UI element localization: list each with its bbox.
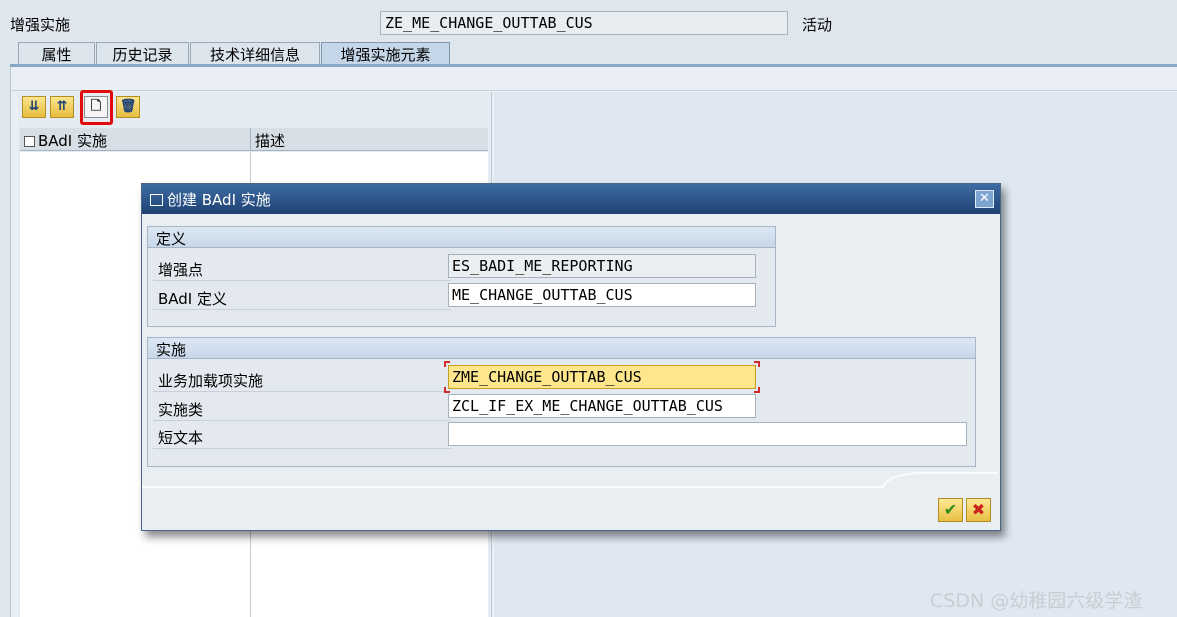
badi-implementation-label: 业务加载项实施 — [158, 372, 264, 390]
required-marker — [444, 387, 450, 393]
tree-header: BAdI 实施 描述 — [20, 128, 488, 151]
enhancement-implementation-name-field[interactable]: ZE_ME_CHANGE_OUTTAB_CUS — [380, 11, 788, 35]
required-marker — [754, 387, 760, 393]
tree-column-badi-label: BAdI 实施 — [38, 132, 108, 150]
implementing-class-field[interactable]: ZCL_IF_EX_ME_CHANGE_OUTTAB_CUS — [448, 394, 756, 418]
expand-all-icon[interactable]: ⇊ — [22, 96, 46, 118]
row-separator — [153, 309, 451, 310]
tree-column-description[interactable]: 描述 — [255, 130, 285, 151]
dialog-footer-curve — [882, 472, 998, 488]
cancel-x-icon[interactable]: ✖ — [966, 498, 991, 522]
implementation-group: 实施 业务加载项实施 ZME_CHANGE_OUTTAB_CUS 实施类 ZCL… — [147, 337, 976, 467]
implementation-group-header: 实施 — [148, 338, 975, 359]
implementing-class-label: 实施类 — [158, 401, 204, 419]
collapse-all-icon[interactable]: ⇈ — [50, 96, 74, 118]
row-separator — [153, 391, 451, 392]
short-text-label: 短文本 — [158, 429, 204, 447]
header-bar: 增强实施 ZE_ME_CHANGE_OUTTAB_CUS 活动 — [0, 0, 1177, 44]
column-settings-icon[interactable] — [24, 136, 35, 147]
row-separator — [153, 448, 451, 449]
enhancement-spot-label: 增强点 — [158, 261, 204, 279]
trash-icon[interactable]: 🗑 — [116, 96, 140, 118]
badi-implementation-field[interactable]: ZME_CHANGE_OUTTAB_CUS — [448, 365, 756, 389]
enhancement-spot-field: ES_BADI_ME_REPORTING — [448, 254, 756, 278]
header-label: 增强实施 — [10, 16, 71, 34]
dialog-footer-separator — [142, 486, 882, 488]
badi-definition-label: BAdI 定义 — [158, 290, 228, 308]
definition-group: 定义 增强点 ES_BADI_ME_REPORTING BAdI 定义 ME_C… — [147, 226, 776, 327]
dialog-title: 创建 BAdI 实施 — [167, 191, 271, 209]
status-text: 活动 — [802, 16, 833, 34]
required-marker — [754, 361, 760, 367]
panel-divider — [10, 90, 1177, 91]
checkmark-icon[interactable]: ✔ — [938, 498, 963, 522]
tree-column-badi[interactable]: BAdI 实施 — [20, 128, 251, 151]
tab-enhancement-elements[interactable]: 增强实施元素 — [321, 42, 450, 65]
badi-definition-field[interactable]: ME_CHANGE_OUTTAB_CUS — [448, 283, 756, 307]
create-badi-implementation-dialog: 创建 BAdI 实施 ✕ 定义 增强点 ES_BADI_ME_REPORTING… — [141, 183, 1001, 531]
tab-attributes[interactable]: 属性 — [18, 42, 95, 65]
tab-technical-details[interactable]: 技术详细信息 — [190, 42, 320, 65]
row-separator — [153, 280, 451, 281]
dialog-title-bar: 创建 BAdI 实施 — [142, 184, 1000, 214]
watermark: CSDN @幼稚园六级学渣 — [930, 590, 1143, 612]
tab-history[interactable]: 历史记录 — [96, 42, 189, 65]
row-separator — [153, 420, 451, 421]
required-marker — [444, 361, 450, 367]
create-button-highlight — [80, 90, 113, 125]
close-icon[interactable]: ✕ — [975, 190, 994, 208]
dialog-window-icon — [150, 194, 163, 206]
short-text-field[interactable] — [448, 422, 967, 446]
definition-group-header: 定义 — [148, 227, 775, 248]
